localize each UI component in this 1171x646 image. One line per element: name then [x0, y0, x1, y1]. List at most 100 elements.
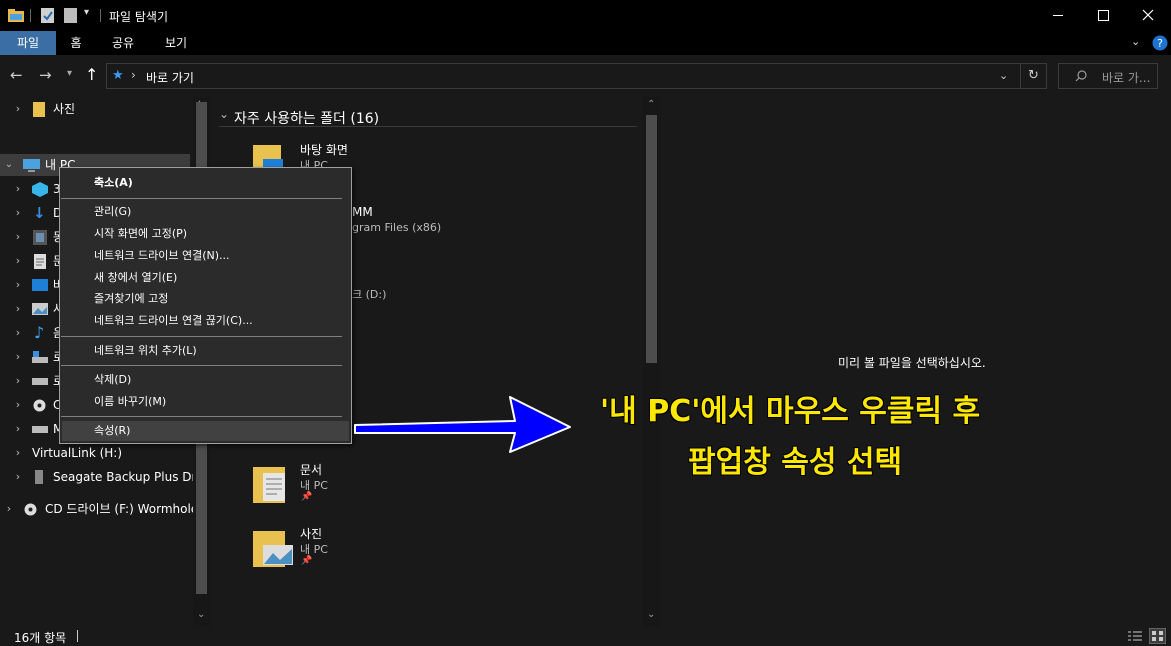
new-folder-quick-icon[interactable] [64, 8, 78, 23]
menu-item-delete[interactable]: 삭제(D) [94, 370, 131, 390]
tab-share[interactable]: 공유 [104, 31, 142, 55]
pin-icon[interactable]: 📌 [301, 492, 312, 502]
nav-item-pictures[interactable]: › 사진 [0, 98, 190, 120]
chevron-right-icon[interactable]: › [13, 98, 23, 120]
chevron-right-icon[interactable]: › [13, 466, 23, 488]
address-history-icon[interactable]: ⌄ [999, 69, 1008, 82]
nav-item-drive-m[interactable]: › M [0, 418, 64, 440]
chevron-right-icon[interactable]: › [13, 370, 23, 392]
chevron-right-icon[interactable]: › [13, 250, 23, 272]
annotation-line-2: 팝업창 속성 선택 [688, 445, 903, 480]
divider [1020, 64, 1021, 88]
menu-item-open-new-window[interactable]: 새 창에서 열기(E) [94, 268, 177, 288]
customize-quick-access-icon[interactable]: ▾ [84, 7, 89, 18]
nav-item-videos[interactable]: › 동 [0, 226, 64, 248]
breadcrumb[interactable]: 바로 가기 [146, 69, 194, 86]
menu-item-collapse[interactable]: 축소(A) [94, 173, 133, 193]
tile-subtitle: 내 PC [300, 479, 328, 492]
scroll-down-icon[interactable]: ⌄ [197, 609, 205, 620]
address-bar[interactable]: ★ › 바로 가기 ⌄ ↻ [106, 63, 1047, 89]
address-row: ← → ▾ ↑ ★ › 바로 가기 ⌄ ↻ 바로 가... [0, 55, 1171, 97]
tab-file[interactable]: 파일 [0, 31, 56, 55]
forward-arrow-icon[interactable]: → [39, 66, 52, 84]
expand-ribbon-icon[interactable]: ⌄ [1131, 35, 1140, 48]
drive-icon [32, 378, 48, 385]
nav-item-documents[interactable]: › 문 [0, 250, 64, 272]
folder-icon [33, 102, 45, 117]
search-icon [1075, 70, 1087, 82]
menu-separator [61, 336, 342, 337]
document-icon [34, 254, 46, 269]
nav-item-seagate[interactable]: › Seagate Backup Plus Drive [0, 466, 210, 488]
menu-item-manage[interactable]: 관리(G) [94, 202, 131, 222]
chevron-right-icon[interactable]: › [13, 442, 23, 464]
nav-item-label: VirtualLink (H:) [32, 446, 123, 460]
menu-item-pin-quick-access[interactable]: 즐겨찾기에 고정 [94, 289, 168, 309]
documents-folder-icon [253, 467, 285, 503]
content-scrollbar[interactable]: ⌃ ⌄ [643, 97, 660, 627]
scroll-down-icon[interactable]: ⌄ [647, 609, 655, 620]
tab-home[interactable]: 홈 [60, 31, 92, 55]
tab-view[interactable]: 보기 [157, 31, 195, 55]
maximize-button[interactable] [1080, 0, 1125, 31]
nav-item-virtuallink[interactable]: › VirtualLink (H:) [0, 442, 195, 464]
nav-item-3d-objects[interactable]: › 3 [0, 178, 61, 200]
file-explorer-icon[interactable] [8, 8, 24, 22]
nav-item-pictures-pc[interactable]: › 사 [0, 298, 64, 320]
usb-icon [35, 470, 43, 484]
menu-item-map-network-drive[interactable]: 네트워크 드라이브 연결(N)... [94, 246, 230, 266]
folder-tile-pictures[interactable]: 사진 내 PC 📌 [253, 523, 443, 573]
search-input[interactable]: 바로 가... [1058, 63, 1158, 89]
chevron-right-icon[interactable]: › [13, 418, 23, 440]
nav-item-label: Seagate Backup Plus Drive [53, 470, 210, 484]
chevron-down-icon[interactable]: ⌄ [4, 154, 14, 176]
pc-icon [23, 159, 40, 172]
chevron-right-icon[interactable]: › [13, 394, 23, 416]
nav-item-downloads[interactable]: › ↓ D [0, 202, 62, 224]
pin-icon[interactable]: 📌 [301, 556, 312, 566]
large-icons-view-icon[interactable] [1149, 628, 1166, 644]
close-button[interactable] [1125, 0, 1171, 31]
refresh-icon[interactable]: ↻ [1028, 68, 1039, 83]
up-arrow-icon[interactable]: ↑ [85, 65, 98, 84]
section-title[interactable]: 자주 사용하는 폴더 (16) [234, 108, 379, 128]
section-divider [219, 126, 637, 127]
chevron-right-icon[interactable]: › [13, 274, 23, 296]
context-menu: 축소(A) 관리(G) 시작 화면에 고정(P) 네트워크 드라이브 연결(N)… [59, 167, 352, 444]
chevron-right-icon[interactable]: › [13, 322, 23, 344]
menu-item-add-network-location[interactable]: 네트워크 위치 추가(L) [94, 341, 197, 361]
menu-item-disconnect-network-drive[interactable]: 네트워크 드라이브 연결 끊기(C)... [94, 311, 253, 331]
nav-item-local-disk-c[interactable]: › 로 [0, 346, 64, 368]
search-placeholder: 바로 가... [1102, 71, 1151, 85]
scroll-up-icon[interactable]: ⌃ [647, 99, 655, 110]
chevron-right-icon[interactable]: › [13, 226, 23, 248]
folder-tile-documents[interactable]: 문서 내 PC 📌 [253, 459, 443, 509]
menu-separator [61, 198, 342, 199]
nav-item-cd-drive[interactable]: › C [0, 394, 62, 416]
chevron-right-icon[interactable]: › [13, 346, 23, 368]
content-scroll-thumb[interactable] [646, 115, 657, 363]
nav-item-desktop[interactable]: › 바 [0, 274, 64, 296]
menu-item-properties[interactable]: 속성(R) [94, 421, 130, 441]
nav-item-cd-drive-f[interactable]: › CD 드라이브 (F:) Wormhole [0, 498, 198, 520]
title-bar: ▾ 파일 탐색기 [0, 0, 1171, 31]
nav-item-music[interactable]: › ♪ 음 [0, 322, 64, 344]
properties-quick-icon[interactable] [41, 8, 55, 23]
minimize-button[interactable] [1035, 0, 1080, 31]
chevron-right-icon[interactable]: › [13, 178, 23, 200]
collapse-section-icon[interactable]: ⌄ [219, 107, 229, 121]
chevron-right-icon[interactable]: › [4, 498, 14, 520]
menu-item-pin-start[interactable]: 시작 화면에 고정(P) [94, 224, 187, 244]
chevron-right-icon[interactable]: › [13, 202, 23, 224]
recent-locations-icon[interactable]: ▾ [67, 68, 72, 79]
tile-subtitle: 내 PC [300, 543, 328, 556]
nav-item-local-disk-d[interactable]: › 로 [0, 370, 64, 392]
back-arrow-icon[interactable]: ← [10, 66, 23, 84]
chevron-right-icon[interactable]: › [13, 298, 23, 320]
tile-title: 바탕 화면 [300, 143, 348, 157]
help-icon[interactable]: ? [1152, 35, 1168, 51]
details-view-icon[interactable] [1127, 630, 1143, 643]
divider [100, 9, 101, 22]
nav-item-label: 사진 [53, 102, 76, 116]
menu-item-rename[interactable]: 이름 바꾸기(M) [94, 392, 166, 412]
